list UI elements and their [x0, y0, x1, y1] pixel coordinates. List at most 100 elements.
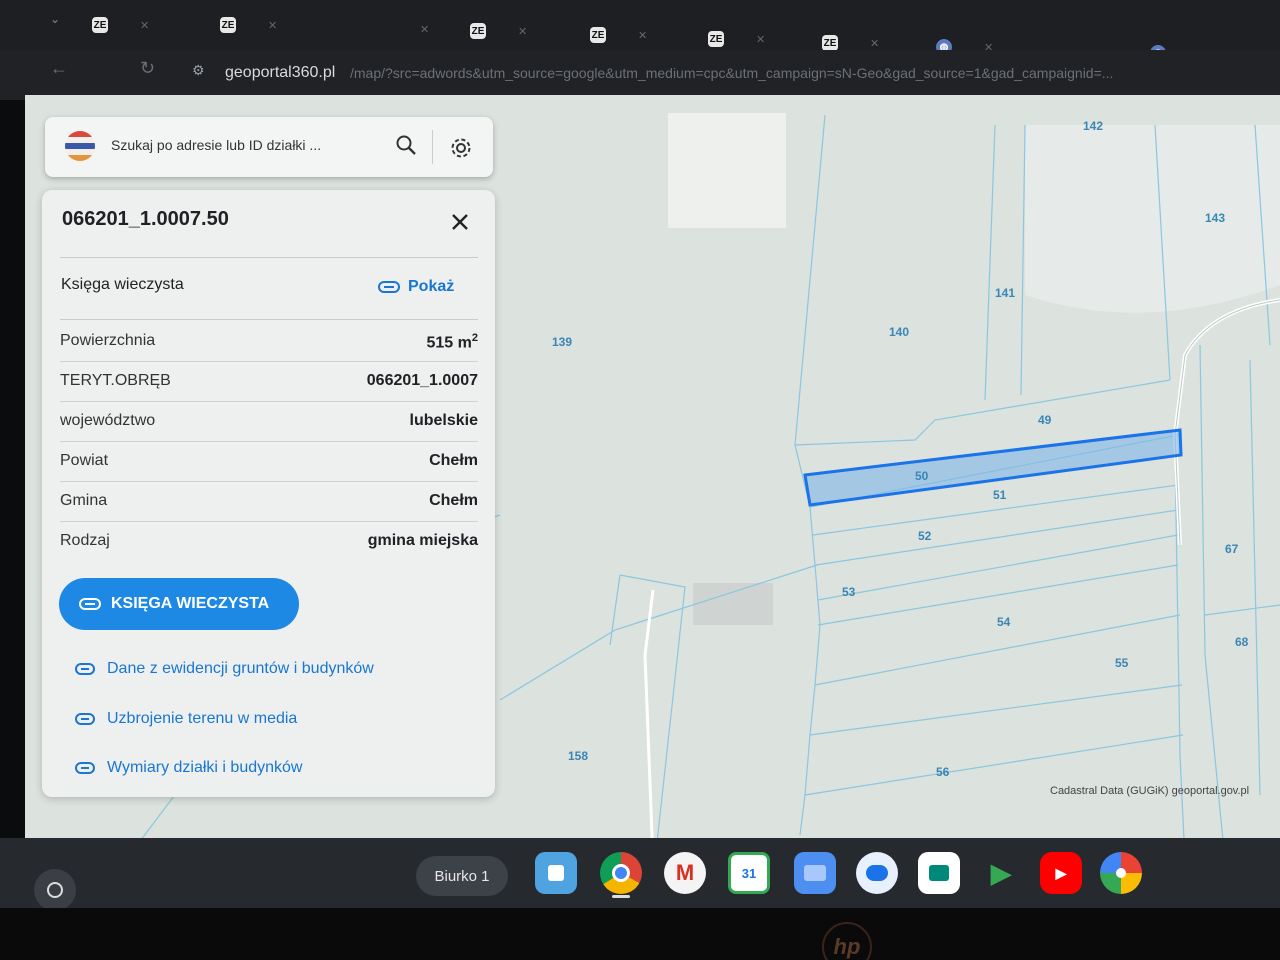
link-label: Wymiary działki i budynków [107, 759, 303, 776]
link-icon [75, 713, 95, 725]
info-row-county: Powiat Chełm [60, 442, 478, 482]
plot-number-label[interactable]: 54 [997, 615, 1010, 629]
launcher-button[interactable] [34, 869, 76, 911]
tab-favicon-icon: ZE [590, 27, 606, 43]
info-row-area: Powierzchnia 515 m2 [60, 322, 478, 362]
tab-search-chevron-icon[interactable]: ⌄ [50, 12, 60, 26]
browser-tab[interactable]: ZE ✕ [92, 10, 149, 40]
info-key: Powiat [60, 452, 109, 469]
plot-number-label[interactable]: 49 [1038, 413, 1051, 427]
info-value: gmina miejska [367, 532, 478, 549]
info-row-teryt: TERYT.OBRĘB 066201_1.0007 [60, 362, 478, 402]
tab-close-icon[interactable]: ✕ [756, 33, 765, 46]
tab-favicon-icon: ZE [708, 31, 724, 47]
dimensions-link[interactable]: Wymiary działki i budynków [75, 759, 302, 777]
plot-number-label[interactable]: 53 [842, 585, 855, 599]
search-icon[interactable] [395, 134, 417, 161]
plot-number-label[interactable]: 139 [552, 335, 572, 349]
tab-close-icon[interactable]: ✕ [870, 37, 879, 50]
reload-icon[interactable]: ↻ [140, 58, 155, 79]
tab-favicon-icon: ZE [220, 17, 236, 33]
info-key: Rodzaj [60, 532, 110, 549]
info-key: TERYT.OBRĘB [60, 372, 171, 389]
tab-close-icon[interactable]: ✕ [420, 23, 429, 36]
plot-number-label[interactable]: 158 [568, 749, 588, 763]
tab-favicon-icon: ZE [822, 35, 838, 51]
plot-number-label[interactable]: 50 [915, 469, 928, 483]
divider [60, 319, 478, 320]
info-row-type: Rodzaj gmina miejska [60, 522, 478, 562]
remote-desktop-icon[interactable] [535, 852, 577, 894]
tab-close-icon[interactable]: ✕ [638, 29, 647, 42]
plot-number-label[interactable]: 55 [1115, 656, 1128, 670]
close-icon[interactable] [450, 212, 470, 237]
meet-icon[interactable] [918, 852, 960, 894]
plot-number-label[interactable]: 51 [993, 488, 1006, 502]
browser-tab[interactable]: ZE ✕ [470, 16, 527, 46]
link-icon [75, 663, 95, 675]
link-label: Uzbrojenie terenu w media [107, 710, 298, 727]
youtube-icon[interactable]: ▶ [1040, 852, 1082, 894]
calendar-icon[interactable]: 31 [728, 852, 770, 894]
plot-number-label[interactable]: 143 [1205, 211, 1225, 225]
parcel-info-panel: 066201_1.0007.50 Księga wieczysta Pokaż … [42, 190, 495, 797]
laptop-bezel [0, 908, 1280, 960]
tab-close-icon[interactable]: ✕ [518, 25, 527, 38]
tab-close-icon[interactable]: ✕ [268, 19, 277, 32]
show-label: Pokaż [408, 278, 455, 295]
gmail-icon[interactable]: M [664, 852, 706, 894]
plot-number-label[interactable]: 140 [889, 325, 909, 339]
land-register-label: Księga wieczysta [61, 276, 184, 293]
building-footprint [668, 113, 786, 228]
parcel-id-title: 066201_1.0007.50 [62, 208, 229, 230]
info-value: 515 m2 [426, 332, 479, 352]
plot-number-label[interactable]: 141 [995, 286, 1015, 300]
url-path[interactable]: /map/?src=adwords&utm_source=google&utm_… [350, 65, 1113, 81]
tab-close-icon[interactable]: ✕ [140, 19, 149, 32]
browser-tab[interactable]: ZE ✕ [590, 20, 647, 50]
info-value: 066201_1.0007 [366, 372, 478, 389]
logo [65, 131, 95, 161]
play-store-icon[interactable]: ▶ [980, 852, 1022, 894]
show-land-register-link[interactable]: Pokaż [378, 278, 454, 296]
info-key: województwo [60, 412, 156, 429]
divider [60, 257, 478, 258]
info-value: Chełm [429, 452, 478, 469]
info-row-voivodeship: województwo lubelskie [60, 402, 478, 442]
photos-icon[interactable] [1100, 852, 1142, 894]
back-arrow-icon[interactable]: ← [50, 58, 68, 79]
tab-favicon-icon: ZE [92, 17, 108, 33]
chrome-icon[interactable] [600, 852, 642, 894]
active-app-indicator [612, 895, 630, 898]
link-icon [378, 281, 400, 293]
browser-tab[interactable]: ZE ✕ [220, 10, 277, 40]
chromeos-screen: ⌄ ZE✕ ZE✕ ✕ ZE✕ ZE✕ ZE✕ ZE✕ ◍✕ ◍ ← ↻ ⚙ g… [0, 0, 1280, 960]
land-records-link[interactable]: Dane z ewidencji gruntów i budynków [75, 660, 374, 678]
plot-number-label[interactable]: 56 [936, 765, 949, 779]
link-icon [79, 598, 101, 610]
map-attribution[interactable]: Cadastral Data (GUGiK) geoportal.gov.pl [1050, 785, 1249, 797]
browser-tab[interactable]: ✕ [350, 14, 429, 44]
divider [432, 130, 433, 164]
building-footprint [1025, 125, 1280, 313]
messages-icon[interactable] [856, 852, 898, 894]
search-box: Szukaj po adresie lub ID działki ... [45, 117, 493, 177]
search-input[interactable]: Szukaj po adresie lub ID działki ... [111, 137, 321, 153]
info-value: lubelskie [409, 412, 478, 429]
link-icon [75, 762, 95, 774]
gear-icon[interactable] [448, 135, 474, 166]
tab-strip: ⌄ ZE✕ ZE✕ ✕ ZE✕ ZE✕ ZE✕ ZE✕ ◍✕ ◍ [0, 0, 1280, 61]
utilities-link[interactable]: Uzbrojenie terenu w media [75, 710, 297, 728]
plot-number-label[interactable]: 68 [1235, 635, 1248, 649]
plot-number-label[interactable]: 142 [1083, 119, 1103, 133]
building-footprint [693, 583, 773, 625]
info-row-commune: Gmina Chełm [60, 482, 478, 522]
info-value: Chełm [429, 492, 478, 509]
desk-button[interactable]: Biurko 1 [416, 856, 508, 896]
plot-number-label[interactable]: 67 [1225, 542, 1238, 556]
url-host[interactable]: geoportal360.pl [225, 64, 335, 82]
plot-number-label[interactable]: 52 [918, 529, 931, 543]
site-settings-icon[interactable]: ⚙ [192, 62, 205, 79]
land-register-button[interactable]: KSIĘGA WIECZYSTA [59, 578, 299, 630]
files-icon[interactable] [794, 852, 836, 894]
